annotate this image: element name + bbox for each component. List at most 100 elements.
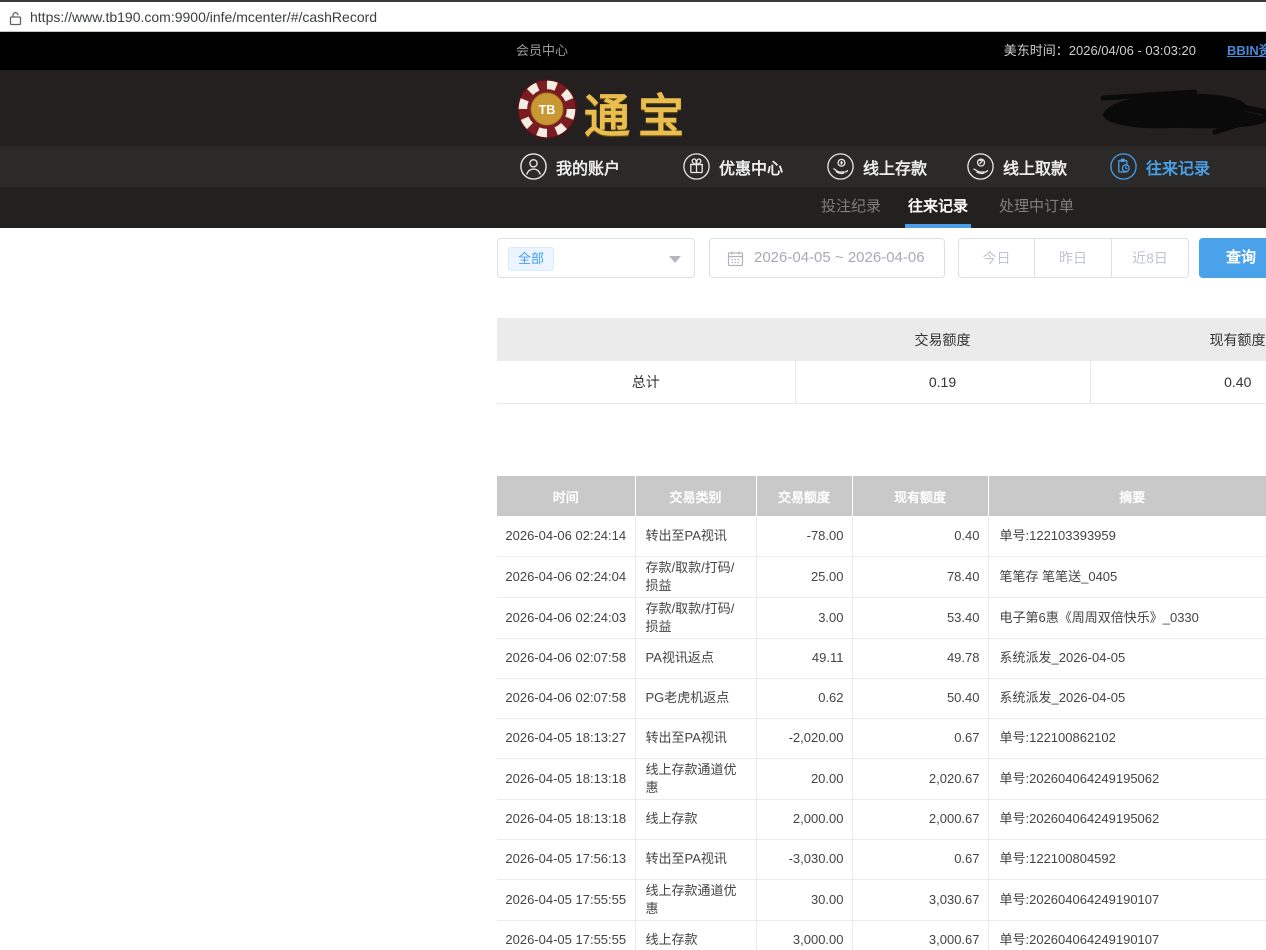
table-body: 2026-04-06 02:24:14转出至PA视讯-78.000.40单号:1… bbox=[497, 516, 1266, 950]
deposit-icon bbox=[827, 153, 854, 180]
table-row: 2026-04-06 02:07:58PA视讯返点49.1149.78系统派发_… bbox=[497, 638, 1266, 678]
memo-cell: 单号:122100804592 bbox=[988, 839, 1266, 879]
account-icon bbox=[520, 153, 547, 180]
tab-betting-records[interactable]: 投注纪录 bbox=[818, 187, 884, 228]
nav-item-transaction-records[interactable]: 往来记录 bbox=[1110, 146, 1210, 187]
nav-item-my-account[interactable]: 我的账户 bbox=[520, 146, 620, 187]
nav-item-online-deposit[interactable]: 线上存款 bbox=[827, 146, 927, 187]
table-row: 2026-04-06 02:24:14转出至PA视讯-78.000.40单号:1… bbox=[497, 516, 1266, 556]
yesterday-button[interactable]: 昨日 bbox=[1035, 238, 1112, 278]
category-cell: 线上存款 bbox=[635, 920, 756, 950]
memo-cell: 系统派发_2026-04-05 bbox=[988, 678, 1266, 718]
time-cell: 2026-04-06 02:24:04 bbox=[497, 556, 635, 597]
category-cell: 存款/取款/打码/损益 bbox=[635, 597, 756, 638]
memo-cell: 单号:122100862102 bbox=[988, 718, 1266, 758]
nav-item-promotions[interactable]: 优惠中心 bbox=[683, 146, 783, 187]
browser-address-bar[interactable]: https://www.tb190.com:9900/infe/mcenter/… bbox=[0, 0, 1266, 32]
amount-cell: -3,030.00 bbox=[756, 839, 852, 879]
us-eastern-time: 美东时间：2026/04/06 - 03:03:20 bbox=[1004, 32, 1196, 70]
table-row: 2026-04-06 02:24:04存款/取款/打码/损益25.0078.40… bbox=[497, 556, 1266, 597]
main-nav: 我的账户 优惠中心 线上存款 bbox=[0, 146, 1266, 187]
member-center-link[interactable]: 会员中心 bbox=[516, 32, 568, 70]
records-header-row: 时间 交易类别 交易额度 现有额度 摘要 bbox=[497, 476, 1266, 516]
amount-cell: -78.00 bbox=[756, 516, 852, 556]
memo-cell: 系统派发_2026-04-05 bbox=[988, 638, 1266, 678]
time-cell: 2026-04-06 02:07:58 bbox=[497, 678, 635, 718]
amount-cell: 3.00 bbox=[756, 597, 852, 638]
balance-cell: 0.67 bbox=[852, 839, 988, 879]
withdraw-icon bbox=[967, 153, 994, 180]
header-time: 时间 bbox=[497, 476, 635, 516]
amount-cell: 0.62 bbox=[756, 678, 852, 718]
memo-cell: 单号:202604064249190107 bbox=[988, 920, 1266, 950]
nav-label: 往来记录 bbox=[1146, 155, 1210, 179]
summary-table: 交易额度 现有额度 总计 0.19 0.40 bbox=[497, 318, 1266, 404]
memo-cell: 笔笔存 笔笔送_0405 bbox=[988, 556, 1266, 597]
url-text[interactable]: https://www.tb190.com:9900/infe/mcenter/… bbox=[30, 2, 377, 32]
nav-label: 线上取款 bbox=[1003, 155, 1067, 179]
type-tag[interactable]: 全部 bbox=[508, 247, 554, 271]
brand-name: 通宝 bbox=[584, 80, 692, 146]
amount-cell: 2,000.00 bbox=[756, 799, 852, 839]
balance-cell: 0.67 bbox=[852, 718, 988, 758]
header-balance: 现有额度 bbox=[852, 476, 988, 516]
memo-cell: 单号:202604064249190107 bbox=[988, 879, 1266, 920]
amount-cell: 20.00 bbox=[756, 758, 852, 799]
search-button[interactable]: 查询 bbox=[1199, 238, 1266, 278]
summary-total-label: 总计 bbox=[497, 361, 795, 403]
category-cell: 线上存款通道优惠 bbox=[635, 879, 756, 920]
nav-label: 线上存款 bbox=[863, 155, 927, 179]
category-cell: 转出至PA视讯 bbox=[635, 718, 756, 758]
summary-transaction-total: 0.19 bbox=[795, 361, 1090, 403]
balance-cell: 50.40 bbox=[852, 678, 988, 718]
balance-cell: 3,030.67 bbox=[852, 879, 988, 920]
time-cell: 2026-04-06 02:07:58 bbox=[497, 638, 635, 678]
header-memo: 摘要 bbox=[988, 476, 1266, 516]
category-cell: 线上存款通道优惠 bbox=[635, 758, 756, 799]
records-icon bbox=[1110, 153, 1137, 180]
balance-cell: 2,020.67 bbox=[852, 758, 988, 799]
balance-cell: 49.78 bbox=[852, 638, 988, 678]
calendar-icon bbox=[727, 250, 744, 272]
chevron-down-icon bbox=[669, 256, 681, 263]
summary-header-transaction: 交易额度 bbox=[795, 318, 1090, 361]
memo-cell: 单号:202604064249195062 bbox=[988, 758, 1266, 799]
balance-cell: 2,000.67 bbox=[852, 799, 988, 839]
brand-chip-icon: TB bbox=[516, 78, 578, 145]
time-cell: 2026-04-06 02:24:03 bbox=[497, 597, 635, 638]
category-cell: 转出至PA视讯 bbox=[635, 516, 756, 556]
quick-date-buttons: 今日 昨日 近8日 bbox=[958, 238, 1189, 278]
table-row: 2026-04-05 17:56:13转出至PA视讯-3,030.000.67单… bbox=[497, 839, 1266, 879]
redacted-username-scribble bbox=[1085, 86, 1266, 146]
nav-item-online-withdrawal[interactable]: 线上取款 bbox=[967, 146, 1067, 187]
date-range-value[interactable]: 2026-04-05 ~ 2026-04-06 bbox=[754, 239, 925, 277]
time-cell: 2026-04-05 17:56:13 bbox=[497, 839, 635, 879]
table-row: 2026-04-05 17:55:55线上存款3,000.003,000.67单… bbox=[497, 920, 1266, 950]
time-cell: 2026-04-05 18:13:18 bbox=[497, 799, 635, 839]
balance-cell: 0.40 bbox=[852, 516, 988, 556]
tab-transaction-records[interactable]: 往来记录 bbox=[905, 187, 971, 228]
category-cell: 转出至PA视讯 bbox=[635, 839, 756, 879]
type-select[interactable]: 全部 bbox=[497, 238, 695, 278]
top-utility-bar: 会员中心 美东时间：2026/04/06 - 03:03:20 BBIN资 bbox=[0, 32, 1266, 70]
last-8-days-button[interactable]: 近8日 bbox=[1112, 238, 1189, 278]
bbin-link[interactable]: BBIN资 bbox=[1227, 32, 1266, 70]
lock-icon bbox=[9, 11, 22, 31]
date-range-input[interactable]: 2026-04-05 ~ 2026-04-06 bbox=[709, 238, 945, 278]
amount-cell: -2,020.00 bbox=[756, 718, 852, 758]
category-cell: PG老虎机返点 bbox=[635, 678, 756, 718]
tab-processing-orders[interactable]: 处理中订单 bbox=[996, 187, 1077, 228]
amount-cell: 30.00 bbox=[756, 879, 852, 920]
memo-cell: 单号:202604064249195062 bbox=[988, 799, 1266, 839]
amount-cell: 25.00 bbox=[756, 556, 852, 597]
promo-icon bbox=[683, 153, 710, 180]
category-cell: 存款/取款/打码/损益 bbox=[635, 556, 756, 597]
today-button[interactable]: 今日 bbox=[958, 238, 1035, 278]
records-table: 时间 交易类别 交易额度 现有额度 摘要 2026-04-06 02:24:14… bbox=[497, 476, 1266, 950]
header-category: 交易类别 bbox=[635, 476, 756, 516]
summary-total-row: 总计 0.19 0.40 bbox=[497, 361, 1266, 403]
balance-cell: 3,000.67 bbox=[852, 920, 988, 950]
header-amount: 交易额度 bbox=[756, 476, 852, 516]
summary-balance-total: 0.40 bbox=[1090, 361, 1266, 403]
header-logo-band: TB 通宝 bbox=[0, 70, 1266, 146]
